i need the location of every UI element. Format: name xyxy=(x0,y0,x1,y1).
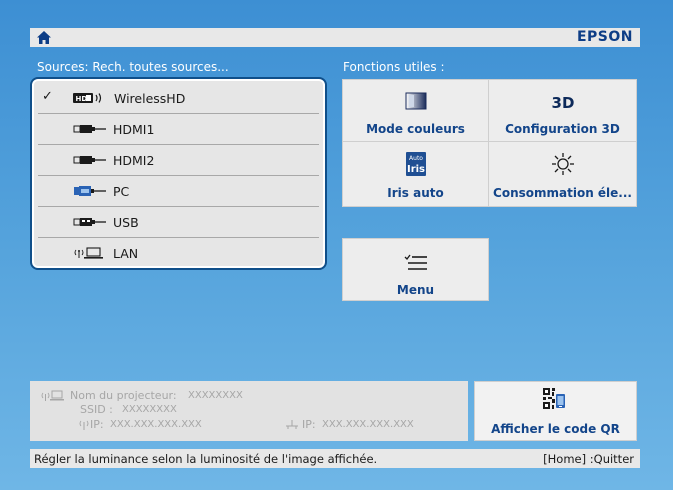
help-text: Régler la luminance selon la luminosité … xyxy=(34,452,378,466)
tile-label: Iris auto xyxy=(387,186,444,200)
source-label: HDMI2 xyxy=(113,153,155,168)
source-label: PC xyxy=(113,184,130,199)
tile-label: Mode couleurs xyxy=(366,122,465,136)
sources-list: ✓ HD WirelessHD HDMI1 HDMI2 PC USB LAN xyxy=(30,77,327,270)
menu-list-icon xyxy=(404,254,427,270)
power-consumption-icon xyxy=(551,153,574,175)
source-label: WirelessHD xyxy=(114,91,186,106)
color-mode-icon xyxy=(405,92,426,110)
tile-color-mode[interactable]: Mode couleurs xyxy=(342,79,489,142)
usb-connector-icon xyxy=(73,218,106,226)
network-info-panel: Nom du projecteur: XXXXXXXX SSID : XXXXX… xyxy=(30,381,468,441)
hdmi-connector-icon xyxy=(73,125,106,133)
3d-icon-text: 3D xyxy=(551,94,574,112)
tile-label: Consommation éle... xyxy=(493,186,632,200)
check-mark-icon: ✓ xyxy=(42,89,53,104)
home-icon[interactable] xyxy=(36,30,52,45)
tile-menu[interactable]: Menu xyxy=(342,238,489,301)
wired-ip-value: XXX.XXX.XXX.XXX xyxy=(322,419,414,430)
brand-logo: EPSON xyxy=(576,29,633,45)
source-item-pc[interactable]: PC xyxy=(38,176,319,207)
3d-icon: 3D xyxy=(551,94,574,112)
source-item-hdmi2[interactable]: HDMI2 xyxy=(38,145,319,176)
tile-power-consumption[interactable]: Consommation éle... xyxy=(488,141,637,207)
source-label: HDMI1 xyxy=(113,122,155,137)
wireless-ip-value: XXX.XXX.XXX.XXX xyxy=(110,419,202,430)
functions-title: Fonctions utiles : xyxy=(343,60,445,74)
source-item-lan[interactable]: LAN xyxy=(38,238,319,269)
tile-label: Menu xyxy=(396,283,435,297)
source-item-usb[interactable]: USB xyxy=(38,207,319,238)
projector-home-screen: EPSON Sources: Rech. toutes sources... ✓… xyxy=(0,0,673,490)
auto-iris-icon: Auto Iris xyxy=(405,152,426,176)
show-qr-code-button[interactable]: Afficher le code QR xyxy=(474,381,637,441)
sources-title: Sources: Rech. toutes sources... xyxy=(37,60,229,74)
top-bar: EPSON xyxy=(30,28,640,47)
ssid-value: XXXXXXXX xyxy=(122,404,177,415)
qr-button-label: Afficher le code QR xyxy=(491,422,620,436)
status-bar: Régler la luminance selon la luminosité … xyxy=(30,449,640,468)
lan-network-icon xyxy=(74,247,103,259)
source-item-hdmi1[interactable]: HDMI1 xyxy=(38,114,319,145)
projector-name-value: XXXXXXXX xyxy=(188,390,243,401)
lan-network-icon xyxy=(41,390,64,401)
tile-label: Configuration 3D xyxy=(505,122,620,136)
source-item-wirelesshd[interactable]: ✓ HD WirelessHD xyxy=(38,83,319,114)
wireless-ip-label: IP: xyxy=(90,418,104,431)
vga-connector-icon xyxy=(74,186,106,196)
source-label: LAN xyxy=(113,246,139,261)
wired-ip-label: IP: xyxy=(302,418,316,431)
qr-code-icon xyxy=(543,388,565,409)
hdmi-connector-icon xyxy=(73,156,106,164)
source-label: USB xyxy=(113,215,139,230)
tile-auto-iris[interactable]: Auto Iris Iris auto xyxy=(342,141,489,207)
quit-hint: [Home] :Quitter xyxy=(543,452,634,466)
wirelesshd-icon: HD xyxy=(73,93,102,103)
tile-3d-config[interactable]: 3D Configuration 3D xyxy=(488,79,637,142)
svg-text:HD: HD xyxy=(76,95,88,103)
auto-iris-icon-top: Auto xyxy=(409,155,423,162)
wireless-antenna-icon xyxy=(79,420,89,430)
ssid-label: SSID : xyxy=(80,403,113,416)
projector-name-label: Nom du projecteur: xyxy=(70,389,177,402)
auto-iris-icon-bottom: Iris xyxy=(406,164,424,175)
wired-lan-icon xyxy=(286,420,298,429)
